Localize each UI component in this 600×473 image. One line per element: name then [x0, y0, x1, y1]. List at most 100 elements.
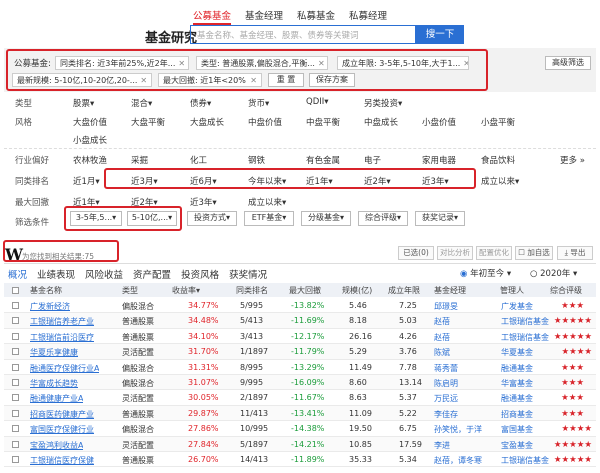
fund-name-link[interactable]: 华夏乐享健康	[30, 347, 78, 358]
type-money[interactable]: 货币▾	[248, 97, 269, 109]
fund-company-link[interactable]: 工银瑞信基金	[501, 316, 549, 327]
fund-name-link[interactable]: 招商医药健康产业	[30, 409, 94, 420]
rank-option[interactable]: 成立以来▾	[481, 175, 519, 187]
col-type[interactable]: 类型	[122, 285, 138, 296]
rank-option[interactable]: 近1月▾	[73, 175, 100, 187]
row-checkbox[interactable]	[12, 440, 19, 448]
row-checkbox[interactable]	[12, 379, 19, 386]
export-button[interactable]: ⤓ 导出	[557, 246, 593, 260]
row-checkbox[interactable]	[12, 302, 19, 309]
fund-manager-link[interactable]: 孙笑悦，于洋	[434, 424, 482, 435]
fund-name-link[interactable]: 广发新经济	[30, 301, 70, 312]
reset-button[interactable]: 重 置	[268, 73, 304, 87]
row-checkbox[interactable]	[12, 456, 19, 463]
fund-manager-link[interactable]: 李佳存	[434, 409, 458, 420]
style-option[interactable]: 小盘价值	[422, 116, 456, 128]
style-option[interactable]: 中盘价值	[248, 116, 282, 128]
fund-name-link[interactable]: 华富成长趋势	[30, 378, 78, 389]
more-link[interactable]: 更多 »	[560, 154, 585, 166]
style-option[interactable]: 小盘平衡	[481, 116, 515, 128]
fund-manager-link[interactable]: 李进	[434, 440, 450, 451]
period-2020[interactable]: ○ 2020年 ▾	[530, 267, 577, 279]
save-plan-button[interactable]: 保存方案	[309, 73, 355, 87]
tab-private-manager[interactable]: 私募经理	[349, 8, 387, 25]
filter-chip-scale[interactable]: 最新规模: 5-10亿,10-20亿,20-... ✕	[12, 73, 152, 87]
fund-name-link[interactable]: 宝盈鸿利收益A	[30, 440, 83, 451]
fund-company-link[interactable]: 融通基金	[501, 363, 533, 374]
row-checkbox[interactable]	[12, 348, 19, 356]
close-icon[interactable]: ✕	[247, 76, 257, 85]
industry-option[interactable]: 农林牧渔	[73, 154, 107, 166]
tab-awards[interactable]: 获奖情况	[229, 267, 267, 281]
rank-option[interactable]: 近3年▾	[422, 175, 449, 187]
row-checkbox[interactable]	[12, 425, 19, 433]
close-icon[interactable]: ✕	[137, 76, 147, 85]
close-icon[interactable]: ✕	[460, 59, 468, 68]
select-all-checkbox[interactable]	[12, 287, 19, 294]
advanced-filter-button[interactable]: 高级筛选	[545, 56, 591, 70]
fund-company-link[interactable]: 华夏基金	[501, 347, 533, 358]
row-checkbox[interactable]	[12, 332, 19, 340]
fund-manager-link[interactable]: 邱璟旻	[434, 301, 458, 312]
cond-invest-style-dropdown[interactable]: 投资方式▾	[187, 211, 237, 226]
col-age[interactable]: 成立年限	[388, 285, 420, 296]
filter-chip-rank[interactable]: 同类排名: 近3年前25%,近2年... ✕	[55, 56, 189, 70]
fund-company-link[interactable]: 工银瑞信基金	[501, 332, 549, 343]
filter-chip-age[interactable]: 成立年限: 3-5年,5-10年,大于1...✕	[337, 56, 469, 70]
industry-option[interactable]: 家用电器	[422, 154, 456, 166]
tab-overview[interactable]: 概况	[8, 267, 27, 281]
drawdown-since[interactable]: 成立以来▾	[248, 196, 286, 208]
tab-invest-style[interactable]: 投资风格	[181, 267, 219, 281]
row-checkbox[interactable]	[12, 409, 19, 417]
type-alternative[interactable]: 另类投资▾	[364, 97, 402, 109]
fund-name-link[interactable]: 融通健康产业A	[30, 393, 83, 404]
add-watchlist-button[interactable]: ☐ 加自选	[515, 246, 553, 260]
fund-company-link[interactable]: 融通基金	[501, 393, 533, 404]
tab-public-fund[interactable]: 公募基金	[193, 8, 232, 25]
filter-chip-drawdown[interactable]: 最大回撤: 近1年<20% ✕	[158, 73, 262, 87]
col-scale[interactable]: 规模(亿)	[342, 285, 372, 296]
style-option[interactable]: 中盘成长	[364, 116, 398, 128]
tab-performance[interactable]: 业绩表现	[37, 267, 75, 281]
fund-company-link[interactable]: 宝盈基金	[501, 440, 533, 451]
cond-age-dropdown[interactable]: 3-5年,5...▾	[70, 211, 122, 226]
rank-option[interactable]: 近2年▾	[364, 175, 391, 187]
fund-name-link[interactable]: 工银瑞信养老产业	[30, 316, 94, 327]
optimize-button[interactable]: 配置优化	[476, 246, 512, 260]
fund-manager-link[interactable]: 赵蓓	[434, 316, 450, 327]
style-option[interactable]: 大盘成长	[190, 116, 224, 128]
close-icon[interactable]: ✕	[175, 59, 185, 68]
tab-fund-manager[interactable]: 基金经理	[245, 8, 283, 25]
fund-company-link[interactable]: 工银瑞信基金	[501, 455, 549, 466]
fund-company-link[interactable]: 广发基金	[501, 301, 533, 312]
industry-option[interactable]: 电子	[364, 154, 381, 166]
cond-rating-dropdown[interactable]: 综合评级▾	[358, 211, 408, 226]
search-input[interactable]: 基金名称、基金经理、股票、债券等关键词	[190, 25, 416, 44]
search-button[interactable]: 搜一下	[416, 25, 464, 44]
col-rank[interactable]: 同类排名	[236, 285, 268, 296]
tab-risk-return[interactable]: 风险收益	[85, 267, 123, 281]
industry-option[interactable]: 食品饮料	[481, 154, 515, 166]
rank-option[interactable]: 今年以来▾	[248, 175, 286, 187]
style-option[interactable]: 中盘平衡	[306, 116, 340, 128]
style-small-growth[interactable]: 小盘成长	[73, 134, 107, 146]
col-rating[interactable]: 综合评级	[550, 285, 582, 296]
fund-name-link[interactable]: 融通医疗保健行业A	[30, 363, 99, 374]
row-checkbox[interactable]	[12, 363, 19, 371]
row-checkbox[interactable]	[12, 394, 19, 402]
industry-option[interactable]: 有色金属	[306, 154, 340, 166]
cond-scale-dropdown[interactable]: 5-10亿,...▾	[127, 211, 177, 226]
fund-manager-link[interactable]: 万民远	[434, 393, 458, 404]
chosen-button[interactable]: 已选(0)	[398, 246, 434, 260]
tab-asset-allocation[interactable]: 资产配置	[133, 267, 171, 281]
fund-company-link[interactable]: 华富基金	[501, 378, 533, 389]
fund-name-link[interactable]: 富国医疗保健行业	[30, 424, 94, 435]
col-company[interactable]: 管理人	[500, 285, 524, 296]
drawdown-3y[interactable]: 近3年▾	[190, 196, 217, 208]
fund-manager-link[interactable]: 赵蓓，谭冬寒	[434, 455, 482, 466]
rank-option[interactable]: 近3月▾	[131, 175, 158, 187]
row-checkbox[interactable]	[12, 317, 19, 325]
cond-award-dropdown[interactable]: 获奖记录▾	[415, 211, 465, 226]
fund-company-link[interactable]: 招商基金	[501, 409, 533, 420]
rank-option[interactable]: 近1年▾	[306, 175, 333, 187]
